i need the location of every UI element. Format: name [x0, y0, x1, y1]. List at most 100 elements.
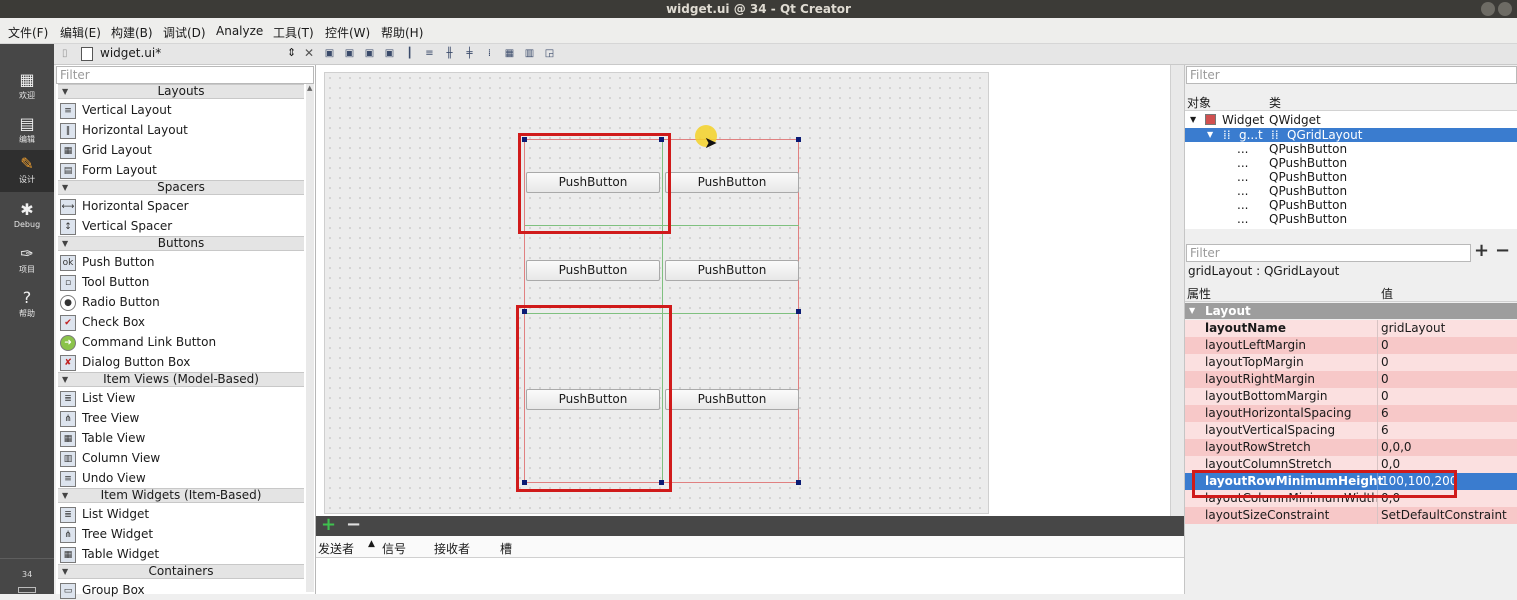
menu-file[interactable]: 文件(F) [8, 24, 48, 41]
tree-row-button[interactable]: ... QPushButton [1185, 170, 1517, 184]
tree-row-button[interactable]: ... QPushButton [1185, 156, 1517, 170]
editor-vertical-scrollbar[interactable] [1170, 65, 1184, 516]
layout-form-icon[interactable]: ⁞ [484, 48, 495, 59]
widget-table-widget[interactable]: ▦ Table Widget [60, 544, 159, 564]
prop-value[interactable]: 0 [1381, 388, 1389, 405]
widget-command-link-button[interactable]: ➜ Command Link Button [60, 332, 216, 352]
close-document-icon[interactable]: ✕ [304, 46, 314, 60]
widget-radio-button[interactable]: ● Radio Button [60, 292, 160, 312]
remove-connection-icon[interactable]: − [346, 514, 361, 535]
header-signal[interactable]: 信号 [382, 540, 406, 557]
form-canvas[interactable]: PushButton PushButton PushButton PushBut… [324, 72, 989, 514]
resize-handle[interactable] [796, 309, 801, 314]
col-property[interactable]: 属性 [1187, 285, 1211, 302]
tree-row-widget[interactable]: ▼ Widget QWidget [1185, 113, 1517, 127]
prop-row[interactable]: layoutRowStretch 0,0,0 [1185, 439, 1517, 456]
resize-handle[interactable] [796, 480, 801, 485]
break-layout-icon[interactable]: ▥ [524, 48, 535, 59]
mode-help[interactable]: ? 帮助 [0, 284, 54, 326]
widget-tool-button[interactable]: ▫ Tool Button [60, 272, 149, 292]
widget-list-view[interactable]: ≣ List View [60, 388, 135, 408]
tree-row-button[interactable]: ... QPushButton [1185, 198, 1517, 212]
widgetbox-scrollbar[interactable]: ▲ [306, 84, 314, 592]
col-object[interactable]: 对象 [1187, 94, 1211, 111]
menu-tools[interactable]: 工具(T) [273, 24, 314, 41]
collapse-icon[interactable]: ▼ [1189, 303, 1195, 319]
menu-controls[interactable]: 控件(W) [325, 24, 370, 41]
col-value[interactable]: 值 [1381, 285, 1393, 302]
kit-monitor-icon[interactable] [18, 587, 36, 593]
layout-grid-icon[interactable]: ▦ [504, 48, 515, 59]
layout-splitter-v-icon[interactable]: ╪ [464, 48, 475, 59]
tree-row-gridlayout[interactable]: ▼ ⁞⁞ g...t ⁞⁞ QGridLayout [1185, 128, 1517, 142]
widget-column-view[interactable]: ▥ Column View [60, 448, 160, 468]
widget-form-layout[interactable]: ▤ Form Layout [60, 160, 157, 180]
widgetbox-filter[interactable]: Filter [56, 66, 314, 84]
widget-check-box[interactable]: ✔ Check Box [60, 312, 145, 332]
widget-undo-view[interactable]: ≡ Undo View [60, 468, 146, 488]
prop-value[interactable]: gridLayout [1381, 320, 1445, 337]
collapse-icon[interactable]: ▼ [1190, 113, 1196, 127]
property-filter[interactable]: Filter [1186, 244, 1471, 262]
category-spacers[interactable]: ▼ Spacers [58, 180, 304, 195]
prop-row[interactable]: layoutName gridLayout [1185, 320, 1517, 337]
menu-edit[interactable]: 编辑(E) [60, 24, 101, 41]
prop-row[interactable]: layoutSizeConstraint SetDefaultConstraint [1185, 507, 1517, 524]
menu-build[interactable]: 构建(B) [111, 24, 153, 41]
add-property-icon[interactable]: + [1474, 240, 1489, 261]
tree-row-button[interactable]: ... QPushButton [1185, 212, 1517, 226]
collapse-icon[interactable]: ▼ [1207, 128, 1213, 142]
category-item-views[interactable]: ▼ Item Views (Model-Based) [58, 372, 304, 387]
object-filter[interactable]: Filter [1186, 66, 1517, 84]
widget-push-button[interactable]: ok Push Button [60, 252, 155, 272]
maximize-icon[interactable] [1498, 2, 1512, 16]
mode-design[interactable]: ✎ 设计 [0, 150, 54, 192]
tree-row-button[interactable]: ... QPushButton [1185, 184, 1517, 198]
mode-projects[interactable]: ✑ 项目 [0, 240, 54, 282]
widget-grid-layout[interactable]: ▦ Grid Layout [60, 140, 152, 160]
menu-help[interactable]: 帮助(H) [381, 24, 423, 41]
push-button[interactable]: PushButton [665, 260, 799, 281]
category-layouts[interactable]: ▼ Layouts [58, 84, 304, 99]
category-item-widgets[interactable]: ▼ Item Widgets (Item-Based) [58, 488, 304, 503]
widget-list-widget[interactable]: ≣ List Widget [60, 504, 149, 524]
menu-analyze[interactable]: Analyze [216, 24, 263, 38]
widget-horizontal-layout[interactable]: ‖ Horizontal Layout [60, 120, 188, 140]
header-receiver[interactable]: 接收者 [434, 540, 470, 557]
widget-horizontal-spacer[interactable]: ⟷ Horizontal Spacer [60, 196, 189, 216]
push-button[interactable]: PushButton [665, 389, 799, 410]
tree-row-button[interactable]: ... QPushButton [1185, 142, 1517, 156]
prop-value[interactable]: 0 [1381, 371, 1389, 388]
widget-tree-view[interactable]: ⋔ Tree View [60, 408, 139, 428]
file-switch-icon[interactable]: ⇕ [287, 46, 296, 59]
push-button[interactable]: PushButton [526, 260, 660, 281]
edit-widgets-icon[interactable]: ▣ [324, 48, 335, 59]
minimize-icon[interactable] [1481, 2, 1495, 16]
widget-vertical-layout[interactable]: ≡ Vertical Layout [60, 100, 172, 120]
mode-welcome[interactable]: ▦ 欢迎 [0, 66, 54, 108]
category-buttons[interactable]: ▼ Buttons [58, 236, 304, 251]
prop-row[interactable]: layoutTopMargin 0 [1185, 354, 1517, 371]
edit-buddies-icon[interactable]: ▣ [364, 48, 375, 59]
push-button[interactable]: PushButton [665, 172, 799, 193]
prop-row[interactable]: layoutVerticalSpacing 6 [1185, 422, 1517, 439]
prop-row[interactable]: layoutLeftMargin 0 [1185, 337, 1517, 354]
group-layout[interactable]: ▼ Layout [1185, 303, 1517, 319]
prop-value[interactable]: 0 [1381, 354, 1389, 371]
mode-debug[interactable]: ✱ Debug [0, 196, 54, 238]
edit-signals-icon[interactable]: ▣ [344, 48, 355, 59]
widget-dialog-button-box[interactable]: ✘ Dialog Button Box [60, 352, 190, 372]
layout-vertical-icon[interactable]: ≡ [424, 48, 435, 59]
resize-handle[interactable] [796, 137, 801, 142]
prop-row[interactable]: layoutBottomMargin 0 [1185, 388, 1517, 405]
category-containers[interactable]: ▼ Containers [58, 564, 304, 579]
adjust-size-icon[interactable]: ◲ [544, 48, 555, 59]
widget-vertical-spacer[interactable]: ↕ Vertical Spacer [60, 216, 172, 236]
edit-tab-order-icon[interactable]: ▣ [384, 48, 395, 59]
mode-edit[interactable]: ▤ 编辑 [0, 110, 54, 152]
menu-debug[interactable]: 调试(D) [163, 24, 206, 41]
prop-value[interactable]: 6 [1381, 422, 1389, 439]
layout-splitter-h-icon[interactable]: ╫ [444, 48, 455, 59]
open-file-name[interactable]: widget.ui* [100, 46, 161, 60]
header-slot[interactable]: 槽 [500, 540, 512, 557]
